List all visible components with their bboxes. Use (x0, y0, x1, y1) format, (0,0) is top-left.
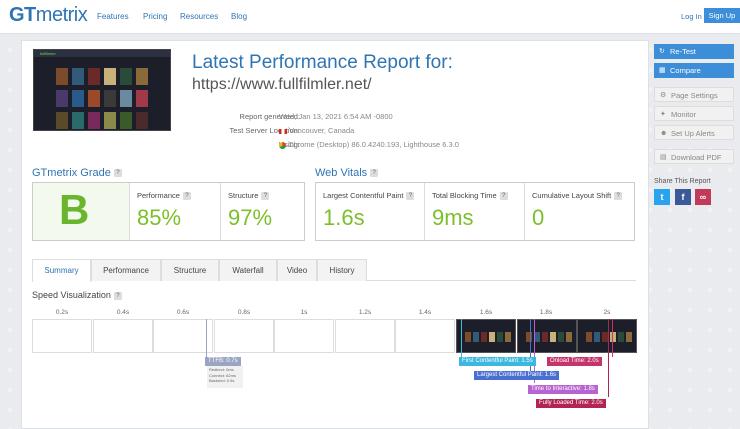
tick-label: 1s (300, 309, 308, 316)
link-icon[interactable]: ∞ (695, 189, 711, 205)
login-link[interactable]: Log In (681, 12, 702, 21)
filmstrip-frame[interactable] (395, 319, 455, 353)
report-title: Latest Performance Report for: (192, 52, 453, 73)
chart-icon: ✦ (660, 111, 666, 118)
signup-button[interactable]: Sign Up (704, 8, 740, 23)
compare-icon: ▦ (659, 67, 666, 74)
share-title: Share This Report (654, 178, 711, 185)
nav-resources[interactable]: Resources (180, 12, 218, 21)
grade-letter-cell: B (33, 183, 129, 240)
tick-label: 2s (603, 309, 611, 316)
pdf-icon: ▤ (660, 154, 667, 161)
filmstrip-frame-screenshot[interactable] (456, 319, 516, 353)
retest-button[interactable]: ↻ Re-Test (654, 44, 734, 59)
canada-flag-icon (279, 128, 287, 134)
help-icon[interactable]: ? (614, 192, 623, 201)
grade-box: B Performance? 85% Structure? 97% (32, 182, 305, 241)
report-panel: fullfilmler Latest Performance Report fo… (21, 40, 649, 429)
structure-cell: Structure? 97% (220, 183, 306, 240)
tick-label: 0.8s (237, 309, 251, 316)
onload-marker (612, 319, 613, 357)
filmstrip-frame[interactable] (93, 319, 153, 353)
site-thumbnail: fullfilmler (33, 49, 171, 131)
tick-label: 1.8s (539, 309, 553, 316)
tab-waterfall[interactable]: Waterfall (219, 259, 277, 281)
download-pdf-button[interactable]: ▤ Download PDF (654, 149, 734, 164)
ttfb-breakdown: Redirect: 0ms Connect: 62ms Backend: 0.5… (207, 366, 243, 388)
lcp-cell: Largest Contentful Paint? 1.6s (316, 183, 424, 240)
tick-label: 1.4s (418, 309, 432, 316)
tbt-cell: Total Blocking Time? 9ms (424, 183, 524, 240)
flt-marker (608, 319, 609, 397)
cls-cell: Cumulative Layout Shift? 0 (524, 183, 636, 240)
ttfb-marker (206, 319, 207, 357)
cls-value: 0 (532, 205, 545, 230)
facebook-icon[interactable]: f (675, 189, 691, 205)
tick-label: 0.2s (55, 309, 69, 316)
help-icon[interactable]: ? (182, 192, 191, 201)
tab-performance[interactable]: Performance (91, 259, 161, 281)
meta-value-location: Vancouver, Canada (279, 126, 354, 135)
tab-video[interactable]: Video (277, 259, 317, 281)
users-icon: ☻ (660, 130, 668, 137)
tab-structure[interactable]: Structure (161, 259, 219, 281)
gear-icon: ⚙ (660, 92, 667, 99)
report-url[interactable]: https://www.fullfilmler.net/ (192, 76, 372, 94)
tbt-value: 9ms (432, 205, 474, 230)
meta-value-using: Chrome (Desktop) 86.0.4240.193, Lighthou… (279, 140, 459, 149)
performance-cell: Performance? 85% (129, 183, 220, 240)
filmstrip-frame[interactable] (214, 319, 274, 353)
nav-pricing[interactable]: Pricing (143, 12, 167, 21)
filmstrip-frame[interactable] (274, 319, 334, 353)
structure-value: 97% (228, 205, 273, 230)
gtmetrix-logo[interactable]: GTmetrix (9, 4, 88, 27)
grade-letter: B (59, 186, 90, 233)
help-icon[interactable]: ? (370, 169, 379, 178)
fcp-marker (461, 319, 462, 357)
vitals-section-title: Web Vitals? (315, 167, 379, 179)
help-icon[interactable]: ? (113, 291, 122, 300)
nav-blog[interactable]: Blog (231, 12, 247, 21)
alerts-button[interactable]: ☻ Set Up Alerts (654, 125, 734, 140)
lcp-label: Largest Contentful Paint: 1.6s (474, 371, 560, 380)
vitals-box: Largest Contentful Paint? 1.6s Total Blo… (315, 182, 635, 241)
tick-label: 0.4s (116, 309, 130, 316)
help-icon[interactable]: ? (499, 192, 508, 201)
speed-visualization-title: Speed Visualization? (32, 290, 122, 300)
compare-button[interactable]: ▦ Compare (654, 63, 734, 78)
chrome-icon (279, 141, 286, 149)
meta-value-generated: Wed, Jan 13, 2021 6:54 AM -0800 (279, 112, 393, 121)
tab-history[interactable]: History (317, 259, 367, 281)
onload-label: Onload Time: 2.0s (547, 357, 602, 366)
tick-label: 0.6s (176, 309, 190, 316)
tick-label: 1.6s (479, 309, 493, 316)
filmstrip-frame[interactable] (335, 319, 395, 353)
tti-label: Time to Interactive: 1.8s (528, 385, 598, 394)
filmstrip-frame-screenshot[interactable] (517, 319, 577, 353)
help-icon[interactable]: ? (261, 192, 270, 201)
grade-section-title: GTmetrix Grade? (32, 167, 122, 179)
ttfb-label: TTFB: 0.7s (205, 357, 241, 366)
filmstrip-frame[interactable] (153, 319, 213, 353)
thumbnail-header: fullfilmler (34, 50, 170, 57)
help-icon[interactable]: ? (406, 192, 415, 201)
monitor-button[interactable]: ✦ Monitor (654, 106, 734, 121)
page-settings-button[interactable]: ⚙ Page Settings (654, 87, 734, 102)
report-tabs: Summary Performance Structure Waterfall … (32, 259, 636, 282)
tick-label: 1.2s (358, 309, 372, 316)
refresh-icon: ↻ (659, 48, 665, 55)
performance-value: 85% (137, 205, 182, 230)
filmstrip-frame-screenshot[interactable] (577, 319, 637, 353)
lcp-value: 1.6s (323, 205, 365, 230)
top-bar: GTmetrix Features Pricing Resources Blog… (0, 0, 740, 34)
flt-label: Fully Loaded Time: 2.0s (536, 399, 606, 408)
help-icon[interactable]: ? (113, 169, 122, 178)
filmstrip-frame[interactable] (32, 319, 92, 353)
tab-summary[interactable]: Summary (32, 259, 91, 282)
twitter-icon[interactable]: t (654, 189, 670, 205)
nav-features[interactable]: Features (97, 12, 129, 21)
fcp-label: First Contentful Paint: 1.5s (459, 357, 536, 366)
